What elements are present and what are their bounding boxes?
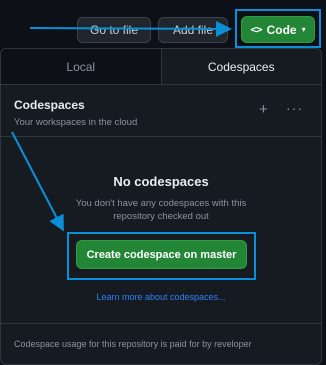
code-button-label: Code xyxy=(266,22,297,37)
add-file-label: Add file xyxy=(172,23,214,37)
tab-local[interactable]: Local xyxy=(1,49,162,84)
tab-codespaces[interactable]: Codespaces xyxy=(161,49,321,84)
go-to-file-button[interactable]: Go to file xyxy=(77,17,151,43)
code-button[interactable]: <> Code ▾ xyxy=(241,16,315,43)
tab-bar: Local Codespaces xyxy=(1,49,321,85)
footer-text: Codespace usage for this repository is p… xyxy=(14,339,252,349)
kebab-menu-icon[interactable]: ··· xyxy=(286,101,303,115)
codespaces-title: Codespaces xyxy=(14,98,85,112)
code-icon: <> xyxy=(250,23,262,36)
learn-more-label: Learn more about codespaces... xyxy=(96,292,226,302)
plus-icon[interactable]: + xyxy=(259,102,268,117)
empty-state-description: You don't have any codespaces with this … xyxy=(75,198,247,222)
caret-down-icon: ▾ xyxy=(301,25,306,34)
add-file-button[interactable]: Add file xyxy=(158,17,228,43)
code-dropdown-panel: Local Codespaces Codespaces Your workspa… xyxy=(0,48,322,365)
panel-footer: Codespace usage for this repository is p… xyxy=(1,323,321,364)
create-codespace-button[interactable]: Create codespace on master xyxy=(76,240,247,269)
go-to-file-label: Go to file xyxy=(89,23,139,37)
page: Go to file Add file <> Code ▾ Local Code… xyxy=(0,0,326,365)
create-codespace-label: Create codespace on master xyxy=(86,248,237,261)
codespaces-subtitle: Your workspaces in the cloud xyxy=(14,117,138,128)
tab-codespaces-label: Codespaces xyxy=(207,59,275,74)
codespaces-header: Codespaces Your workspaces in the cloud … xyxy=(1,85,321,137)
empty-state-title: No codespaces xyxy=(113,174,209,189)
learn-more-link[interactable]: Learn more about codespaces... xyxy=(1,292,321,302)
tab-local-label: Local xyxy=(66,59,96,74)
